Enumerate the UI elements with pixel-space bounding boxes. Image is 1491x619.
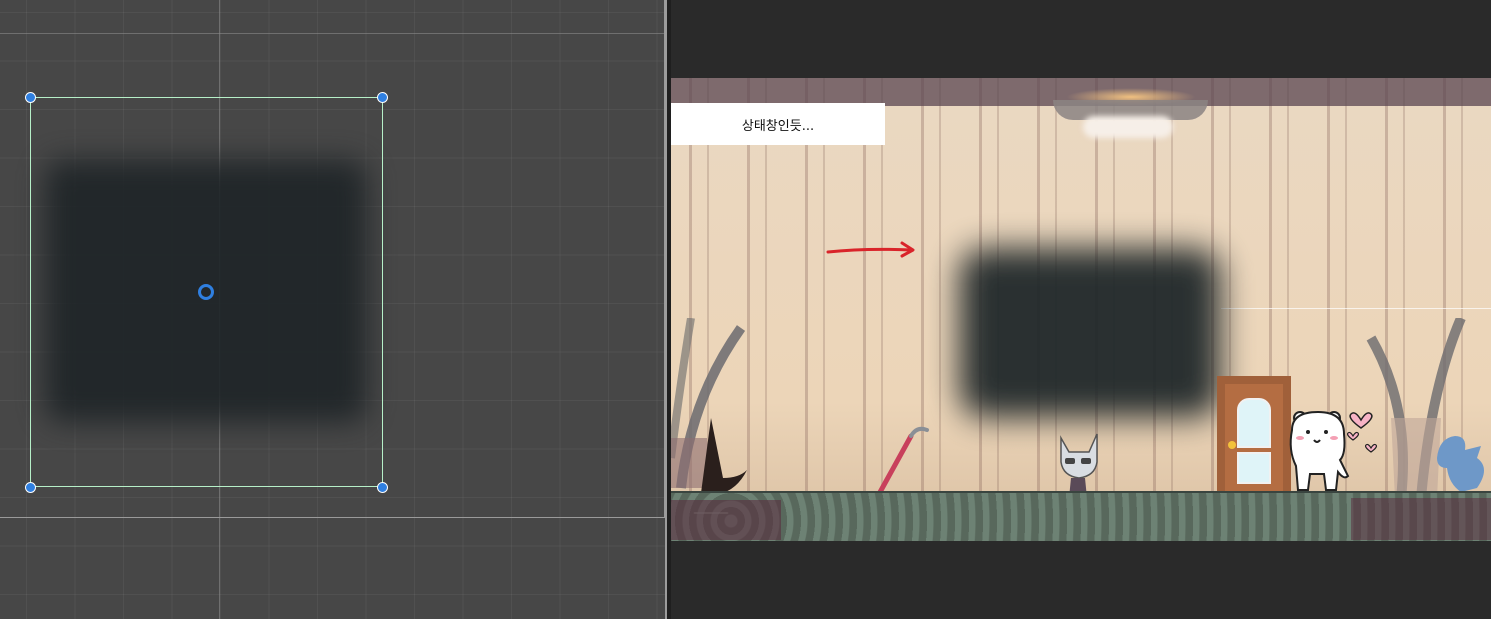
blurred-status-panel xyxy=(959,248,1221,418)
scene-view[interactable] xyxy=(0,0,667,619)
rect-handle-icon[interactable] xyxy=(25,482,36,493)
game-frame: 상태창인듯... xyxy=(671,78,1491,541)
shadow-creature-icon xyxy=(701,418,747,494)
red-arrow-icon xyxy=(826,241,915,258)
lamp-glow xyxy=(1083,116,1173,138)
rect-handle-icon[interactable] xyxy=(377,92,388,103)
guide-line xyxy=(1221,308,1491,309)
status-window-label: 상태창인듯... xyxy=(671,103,885,145)
door-window-top xyxy=(1237,398,1271,448)
door-window-bottom xyxy=(1237,452,1271,484)
pivot-icon[interactable] xyxy=(198,284,214,300)
bird-icon[interactable] xyxy=(1433,428,1491,496)
door-knob[interactable] xyxy=(1228,441,1236,449)
door-icon[interactable] xyxy=(1217,376,1291,494)
cat-character-icon[interactable] xyxy=(1051,428,1107,500)
crowbar-icon xyxy=(871,426,929,498)
rect-handle-icon[interactable] xyxy=(377,482,388,493)
game-view[interactable]: 상태창인듯... xyxy=(671,0,1491,619)
floor-shadow-right xyxy=(1351,498,1491,540)
floor-shadow-left xyxy=(671,500,781,540)
rect-handle-icon[interactable] xyxy=(25,92,36,103)
